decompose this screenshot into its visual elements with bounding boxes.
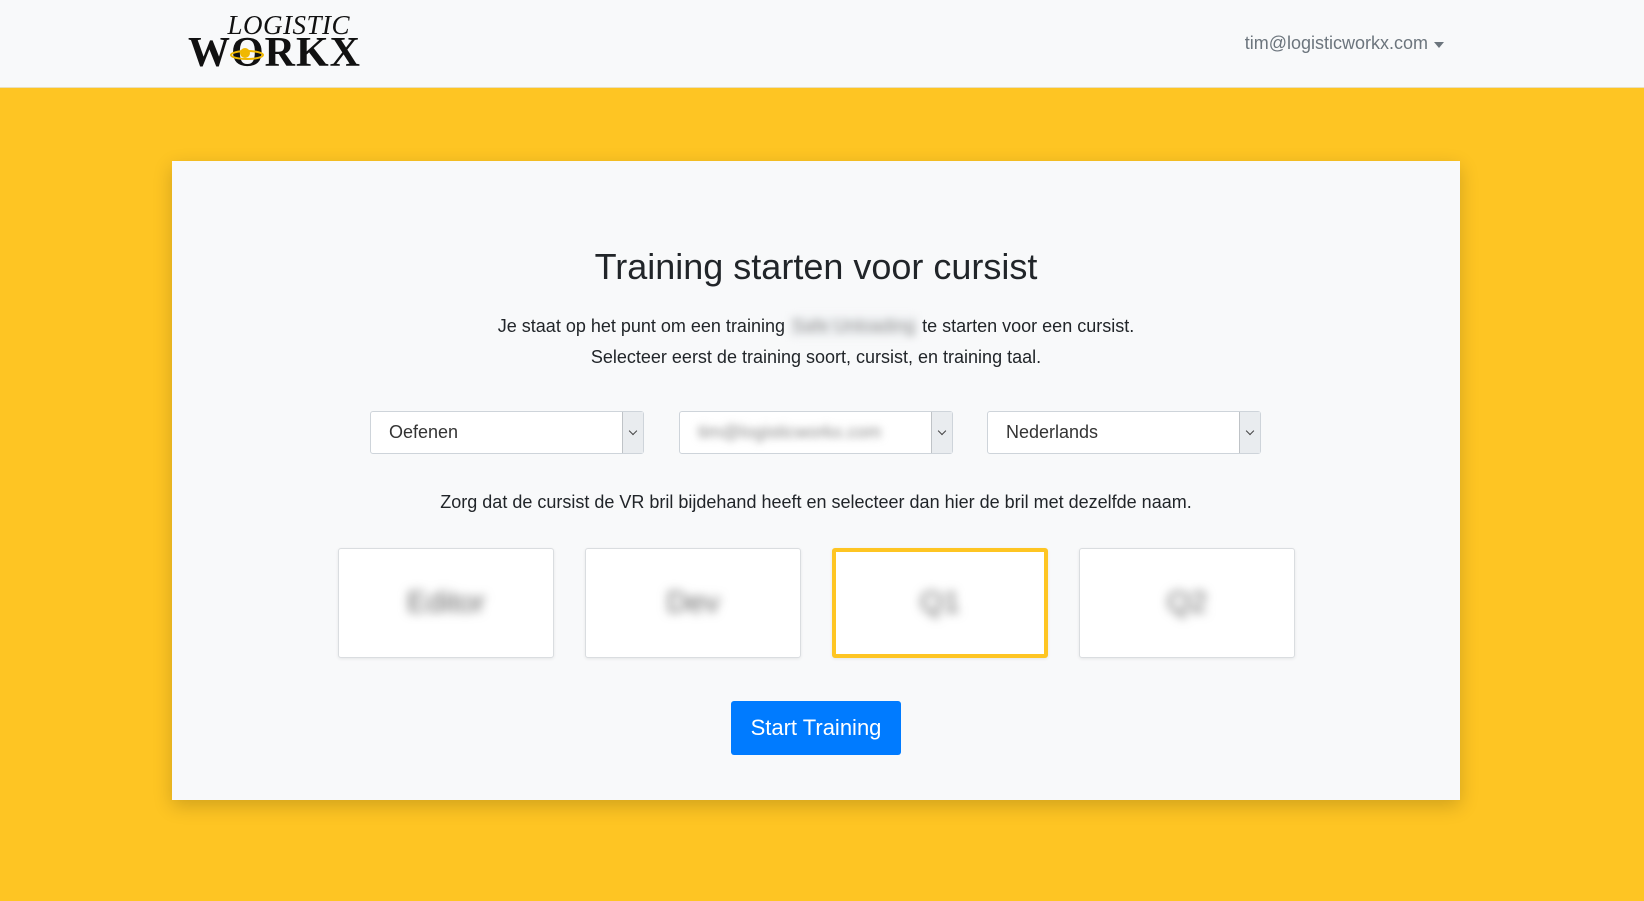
vr-instruction: Zorg dat de cursist de VR bril bijdehand…: [440, 492, 1192, 512]
device-card-dev[interactable]: Dev: [585, 548, 801, 658]
device-card-q1-selected[interactable]: Q1: [832, 548, 1048, 658]
device-card-editor[interactable]: Editor: [338, 548, 554, 658]
training-name-redacted: Safe Unloading: [790, 316, 918, 337]
logo-text-bottom: WORKX: [188, 30, 361, 76]
logisticworkx-logo[interactable]: LOGISTIC WORKX: [188, 12, 360, 75]
language-value: Nederlands: [1006, 422, 1099, 442]
intro-after: te starten voor een cursist.: [922, 316, 1135, 336]
device-label: Q2: [1166, 586, 1208, 619]
chevron-down-icon: [1239, 412, 1260, 453]
device-label: Q1: [919, 586, 961, 619]
page-title: Training starten voor cursist: [594, 246, 1038, 287]
intro-before: Je staat op het punt om een training: [497, 316, 785, 336]
navbar: LOGISTIC WORKX tim@logisticworkx.com: [0, 0, 1644, 88]
intro-text: Je staat op het punt om een training Saf…: [172, 316, 1460, 337]
training-card: Training starten voor cursist Je staat o…: [172, 161, 1460, 800]
training-type-select[interactable]: Oefenen: [370, 411, 644, 454]
trainee-select[interactable]: tim@logisticworkx.com: [679, 411, 953, 454]
user-menu-dropdown[interactable]: tim@logisticworkx.com: [1245, 33, 1444, 54]
device-label: Editor: [406, 586, 486, 619]
start-training-button[interactable]: Start Training: [731, 701, 901, 755]
intro-text-line2: Selecteer eerst de training soort, cursi…: [590, 347, 1042, 367]
chevron-down-icon: [622, 412, 643, 453]
device-label: Dev: [666, 586, 720, 619]
user-email: tim@logisticworkx.com: [1244, 33, 1428, 53]
device-card-q2[interactable]: Q2: [1079, 548, 1295, 658]
trainee-value: tim@logisticworkx.com: [698, 422, 882, 442]
language-select[interactable]: Nederlands: [987, 411, 1261, 454]
logo-mark-icon: [230, 48, 264, 60]
training-type-value: Oefenen: [389, 422, 459, 442]
caret-down-icon: [1434, 41, 1444, 48]
chevron-down-icon: [931, 412, 952, 453]
